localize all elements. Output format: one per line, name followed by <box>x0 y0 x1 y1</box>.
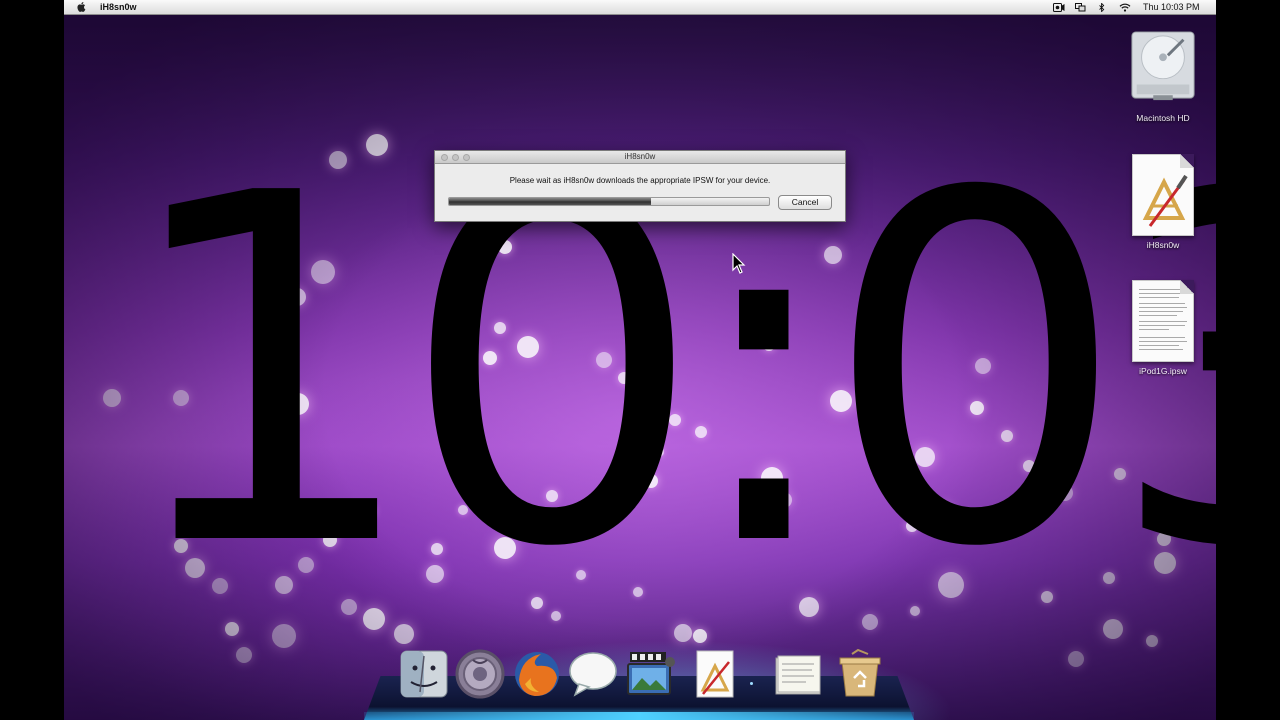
desktop-icon-label: Macintosh HD <box>1136 113 1190 123</box>
menu-clock[interactable]: Thu 10:03 PM <box>1143 2 1200 12</box>
system-preferences-icon[interactable] <box>454 648 506 700</box>
text-document-icon <box>1132 280 1194 362</box>
firefox-icon[interactable] <box>511 648 563 700</box>
application-document-icon <box>1132 154 1194 236</box>
dialog-title: iH8sn0w <box>624 152 656 161</box>
desktop: 10:03 iH8sn0w Thu 10:03 PM <box>64 0 1216 720</box>
desktop-icon-ipod1g-ipsw[interactable]: iPod1G.ipsw <box>1118 280 1208 376</box>
application-document-icon[interactable] <box>689 648 741 700</box>
documents-stack-icon[interactable] <box>772 648 824 700</box>
download-progress-bar <box>448 197 770 206</box>
dock-separator <box>750 682 753 685</box>
desktop-icon-label: iH8sn0w <box>1146 240 1180 250</box>
desktop-icon-macintosh-hd[interactable]: Macintosh HD <box>1118 30 1208 123</box>
ichat-icon[interactable] <box>567 648 619 700</box>
finder-icon[interactable] <box>398 648 450 700</box>
dialog-message: Please wait as iH8sn0w downloads the app… <box>509 176 771 185</box>
bokeh-dot <box>1068 651 1084 667</box>
wifi-icon[interactable] <box>1119 3 1131 12</box>
dialog-titlebar[interactable]: iH8sn0w <box>435 151 845 164</box>
download-dialog: iH8sn0w Please wait as iH8sn0w downloads… <box>434 150 846 222</box>
menu-bar: iH8sn0w Thu 10:03 PM <box>64 0 1216 15</box>
bluetooth-icon[interactable] <box>1098 3 1106 12</box>
progress-fill <box>449 198 651 205</box>
hard-drive-icon <box>1131 31 1195 101</box>
mouse-pointer-icon <box>732 253 746 274</box>
imovie-icon[interactable] <box>624 648 676 700</box>
cancel-button[interactable]: Cancel <box>778 195 832 210</box>
desktop-icon-label: iPod1G.ipsw <box>1139 366 1187 376</box>
trash-icon[interactable] <box>834 648 886 700</box>
desktop-icon-ih8sn0w[interactable]: iH8sn0w <box>1118 154 1208 250</box>
dock-highlight <box>364 712 914 720</box>
display-mirror-icon[interactable] <box>1075 3 1086 12</box>
screen-record-icon[interactable] <box>1053 3 1065 12</box>
apple-menu-icon[interactable] <box>77 2 86 12</box>
menu-app-name[interactable]: iH8sn0w <box>100 2 137 12</box>
